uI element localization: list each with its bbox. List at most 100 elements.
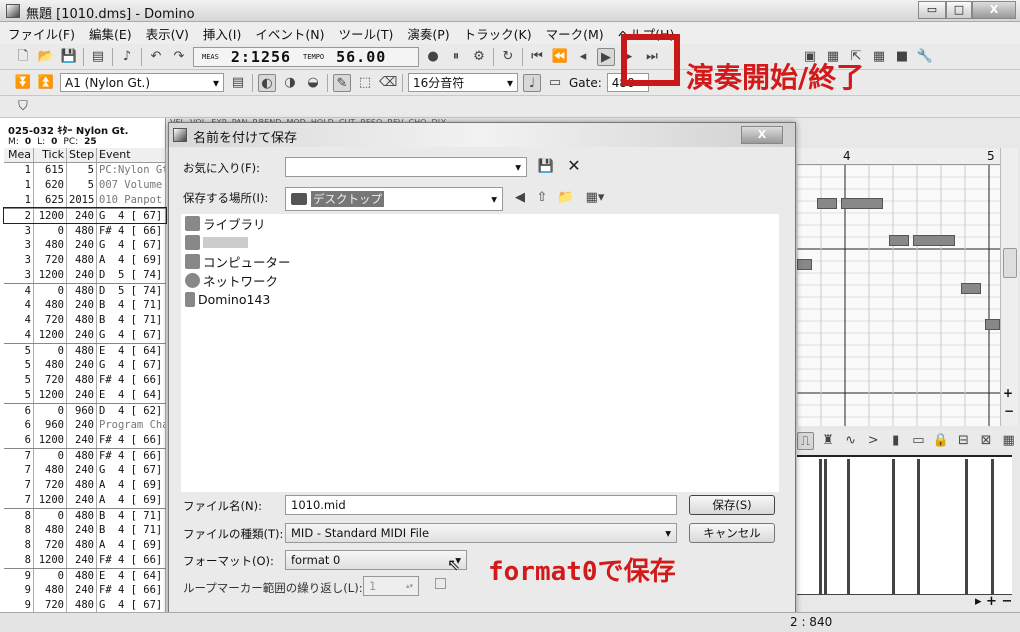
place-domino143[interactable]: Domino143 [181,290,779,309]
note[interactable] [961,283,981,294]
table-row[interactable]: 5 1200 240 E 4 [ 64] [4,388,166,403]
line-tool-icon[interactable]: ⎍ [797,432,814,450]
note-input-icon[interactable]: ♩ [523,73,541,92]
save-button[interactable]: 保存(S) [689,495,775,515]
table-row[interactable]: 8 720 480 A 4 [ 69] [4,538,166,553]
back-icon[interactable]: ◀ [511,189,529,207]
menu-item[interactable]: 挿入(I) [203,24,241,43]
lock-icon[interactable]: 🔒 [933,432,950,450]
loop-count-input[interactable]: 1 ▴▾ [363,576,419,596]
record-icon[interactable]: ● [424,48,442,66]
table-row[interactable]: 1 615 5 PC:Nylon Gt [4,163,166,178]
table-row[interactable]: 8 1200 240 F# 4 [ 66] [4,553,166,568]
note[interactable] [817,198,837,209]
meter-icon[interactable]: ▮ [887,432,904,450]
table-row[interactable]: 3 720 480 A 4 [ 69] [4,253,166,268]
range-icon[interactable]: ⊟ [955,432,972,450]
all-icon[interactable]: ◒ [304,74,322,92]
table-row[interactable]: 7 0 480 F# 4 [ 66] [4,448,166,463]
menu-item[interactable]: ツール(T) [338,24,393,43]
bars-icon[interactable]: ▦ [1000,432,1017,450]
go-start-icon[interactable]: ⏮ [528,48,546,66]
pause-record-icon[interactable]: ⏸ [447,48,465,66]
cancel-button[interactable]: キャンセル [689,523,775,543]
zoom-in-icon[interactable]: + [1003,386,1013,400]
wrench-icon[interactable]: 🔧 [916,48,934,66]
col-mea[interactable]: Mea [4,148,34,162]
mute-icon[interactable]: ◐ [258,73,276,92]
stamp-icon[interactable]: ♜ [820,432,837,450]
table-row[interactable]: 9 0 480 E 4 [ 64] [4,568,166,583]
table-row[interactable]: 9 480 240 F# 4 [ 66] [4,583,166,598]
note[interactable] [797,259,812,270]
track-select[interactable]: A1 (Nylon Gt.) ▾ [60,73,224,92]
table-row[interactable]: 3 1200 240 D 5 [ 74] [4,268,166,283]
table-row[interactable]: 4 480 240 B 4 [ 71] [4,298,166,313]
eraser-icon[interactable]: ⌫ [379,74,397,92]
location-select[interactable]: デスクトップ ▾ [285,187,503,211]
note[interactable] [913,235,955,246]
favorites-select[interactable]: ▾ [285,157,527,177]
table-row[interactable]: 4 720 480 B 4 [ 71] [4,313,166,328]
menu-item[interactable]: 表示(V) [146,24,189,43]
grid-icon[interactable]: ▦ [870,48,888,66]
properties-icon[interactable]: ▤ [89,48,107,66]
note[interactable] [889,235,909,246]
marker-add-icon[interactable]: ⛉ [14,98,32,116]
table-row[interactable]: 3 480 240 G 4 [ 67] [4,238,166,253]
place-user[interactable] [181,233,779,252]
track-props-icon[interactable]: ▤ [229,74,247,92]
table-row[interactable]: 5 0 480 E 4 [ 64] [4,343,166,358]
loop-icon[interactable]: ↻ [499,48,517,66]
rest-icon[interactable]: ▭ [546,74,564,92]
table-row[interactable]: 7 1200 240 A 4 [ 69] [4,493,166,508]
scroll-thumb[interactable] [1003,248,1017,278]
redo-icon[interactable]: ↷ [170,48,188,66]
table-row[interactable]: 5 720 480 F# 4 [ 66] [4,373,166,388]
table-row[interactable]: 6 1200 240 F# 4 [ 66] [4,433,166,448]
place-library[interactable]: ライブラリ [181,214,779,233]
col-step[interactable]: Step [67,148,97,162]
pencil-icon[interactable]: ✎ [333,73,351,92]
solo-icon[interactable]: ◑ [281,74,299,92]
step-back-icon[interactable]: ◂ [574,48,592,66]
view-menu-icon[interactable]: ▦▾ [581,189,609,207]
save-favorite-icon[interactable]: 💾 [537,158,555,176]
new-file-icon[interactable]: 🗋 [14,48,32,66]
rewind-icon[interactable]: ⏪ [551,48,569,66]
table-row[interactable]: 5 480 240 G 4 [ 67] [4,358,166,373]
table-row[interactable]: 6 0 960 D 4 [ 62] [4,403,166,418]
table-row[interactable]: 4 1200 240 G 4 [ 67] [4,328,166,343]
velocity-pane[interactable] [797,455,1012,595]
new-folder-icon[interactable]: 📁 [557,189,575,207]
curve-icon[interactable]: ∿ [842,432,859,450]
track-down-icon[interactable]: ⏬ [14,74,32,92]
loop-checkbox[interactable] [435,578,446,589]
table-row[interactable]: 2 1200 240 G 4 [ 67] [3,207,167,224]
save-icon[interactable]: 💾 [60,48,78,66]
table-row[interactable]: 4 0 480 D 5 [ 74] [4,283,166,298]
table-row[interactable]: 1 620 5 007 Volume [4,178,166,193]
table-row[interactable]: 3 0 480 F# 4 [ 66] [4,223,166,238]
menu-item[interactable]: トラック(K) [464,24,532,43]
table-row[interactable]: 6960240Program Change [4,418,166,433]
close-button[interactable]: X [972,1,1016,19]
filename-input[interactable]: 1010.mid [285,495,677,515]
col-event[interactable]: Event [97,148,166,162]
open-folder-icon[interactable]: 📂 [37,48,55,66]
menu-item[interactable]: ファイル(F) [8,24,75,43]
col-tick[interactable]: Tick [34,148,67,162]
file-list[interactable]: ライブラリ コンピューター ネットワーク Domino143 [181,214,779,492]
format-select[interactable]: format 0 ▾ [285,550,467,570]
menu-item[interactable]: 編集(E) [89,24,132,43]
undo-icon[interactable]: ↶ [147,48,165,66]
piano-roll[interactable]: 4 5 [797,148,1000,426]
note-icon[interactable]: ♪ [118,48,136,66]
place-network[interactable]: ネットワーク [181,271,779,290]
maximize-button[interactable]: □ [946,1,972,19]
table-row[interactable]: 7 480 240 G 4 [ 67] [4,463,166,478]
wave-icon[interactable]: ⊠ [978,432,995,450]
select-rect-icon[interactable]: ⬚ [356,74,374,92]
up-folder-icon[interactable]: ⇧ [533,189,551,207]
pan-lr-icon[interactable]: ▭ [910,432,927,450]
